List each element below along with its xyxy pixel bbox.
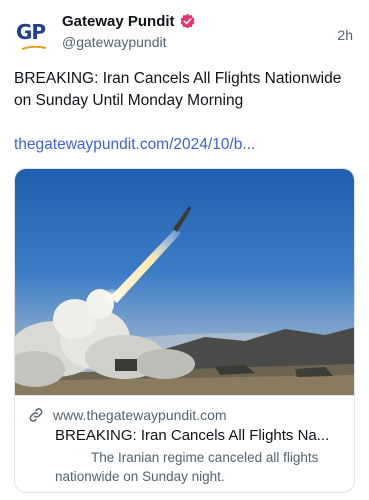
author-handle[interactable]: @gatewaypundit [62,34,196,50]
avatar[interactable]: GP [14,16,50,56]
card-image-missile-launch [15,169,354,395]
name-row: Gateway Pundit [62,13,196,30]
author-info: Gateway Pundit @gatewaypundit [62,13,196,50]
card-description: The Iranian regime canceled all flights … [55,450,319,484]
author-display-name[interactable]: Gateway Pundit [62,13,175,30]
avatar-logo-text: GP [16,20,46,44]
post-timestamp[interactable]: 2h [337,27,353,43]
card-domain-row: www.thegatewaypundit.com [27,406,227,424]
card-meta: www.thegatewaypundit.com BREAKING: Iran … [15,395,354,492]
post-text: BREAKING: Iran Cancels All Flights Natio… [14,70,342,109]
card-domain: www.thegatewaypundit.com [53,407,227,423]
link-preview-card[interactable]: www.thegatewaypundit.com BREAKING: Iran … [14,168,355,493]
card-title: BREAKING: Iran Cancels All Flights Na... [55,427,330,444]
verified-badge-icon [180,13,194,29]
post: GP Gateway Pundit @gatewaypundit 2h BREA… [0,0,369,500]
link-icon [29,408,43,422]
post-link[interactable]: thegatewaypundit.com/2024/10/b... [14,134,359,156]
avatar-swoosh-graphic [22,46,46,50]
